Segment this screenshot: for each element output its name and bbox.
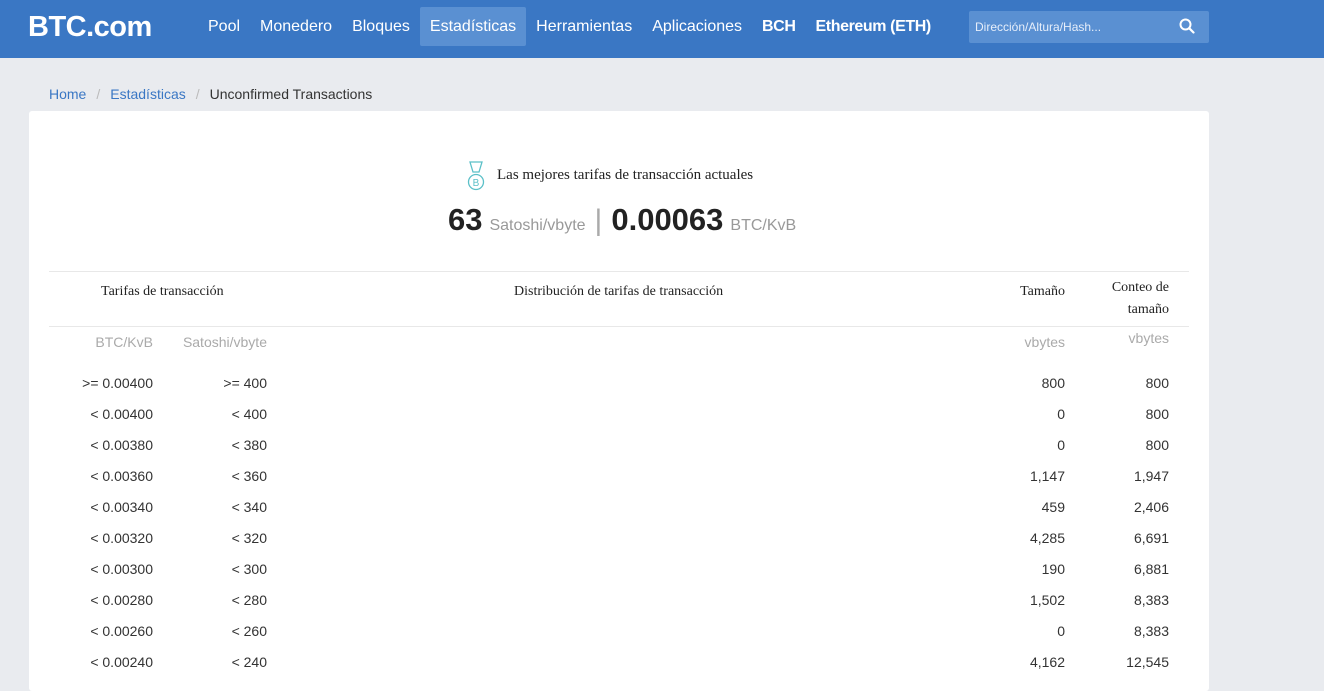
breadcrumb-current: Unconfirmed Transactions (209, 86, 373, 102)
cell-btc: < 0.00400 (90, 406, 153, 422)
cell-sat: < 340 (231, 499, 267, 515)
search-input[interactable] (969, 11, 1175, 43)
header-size: Tamaño (1020, 284, 1065, 299)
cell-count: 6,691 (1133, 530, 1169, 546)
cell-btc: < 0.00300 (90, 561, 153, 577)
top-navbar: BTC.com Pool Monedero Bloques Estadístic… (0, 0, 1324, 58)
breadcrumb-separator: / (195, 86, 200, 102)
best-fee-label: Las mejores tarifas de transacción actua… (497, 167, 754, 183)
nav-ethereum[interactable]: Ethereum (ETH) (806, 7, 941, 46)
medal-icon: B (467, 161, 485, 191)
cell-btc: >= 0.00400 (82, 375, 153, 391)
cell-sat: < 280 (231, 592, 267, 608)
breadcrumb-estadisticas[interactable]: Estadísticas (110, 86, 185, 102)
cell-btc: < 0.00360 (90, 468, 153, 484)
header-divider (49, 326, 1189, 327)
subheader-sat: Satoshi/vbyte (182, 334, 267, 350)
header-distribution: Distribución de tarifas de transacción (514, 284, 724, 299)
cell-count: 6,881 (1133, 561, 1169, 577)
cell-size: 1,502 (1029, 592, 1065, 608)
header-count-line2: tamaño (1127, 302, 1169, 317)
best-fee-divider: | (594, 204, 603, 237)
best-fee-sat-unit: Satoshi/vbyte (489, 217, 586, 234)
best-fee-values: 63 Satoshi/vbyte | 0.00063 BTC/KvB (448, 202, 796, 238)
cell-size: 800 (1041, 375, 1065, 391)
subheader-btc: BTC/KvB (95, 334, 153, 350)
cell-sat: >= 400 (223, 375, 267, 391)
table-top-divider (49, 271, 1189, 272)
cell-sat: < 380 (231, 437, 267, 453)
nav-bloques[interactable]: Bloques (342, 7, 420, 46)
cell-count: 8,383 (1133, 592, 1169, 608)
cell-size: 190 (1041, 561, 1065, 577)
best-fee-btc-unit: BTC/KvB (730, 217, 797, 234)
cell-count: 2,406 (1133, 499, 1169, 515)
breadcrumb-home[interactable]: Home (49, 86, 86, 102)
cell-size: 0 (1057, 406, 1065, 422)
cell-size: 1,147 (1029, 468, 1065, 484)
cell-sat: < 240 (231, 654, 267, 670)
cell-count: 800 (1145, 437, 1169, 453)
breadcrumb-separator: / (96, 86, 101, 102)
cell-btc: < 0.00240 (90, 654, 153, 670)
header-count-line1: Conteo de (1111, 280, 1169, 295)
subheader-count: vbytes (1128, 330, 1169, 346)
cell-sat: < 400 (231, 406, 267, 422)
main-nav: Pool Monedero Bloques Estadísticas Herra… (198, 7, 941, 46)
search-box (969, 11, 1209, 43)
subheader-size: vbytes (1024, 334, 1065, 350)
cell-size: 0 (1057, 623, 1065, 639)
cell-count: 12,545 (1126, 654, 1169, 670)
nav-bch[interactable]: BCH (752, 7, 805, 46)
cell-sat: < 260 (231, 623, 267, 639)
cell-count: 800 (1145, 406, 1169, 422)
nav-herramientas[interactable]: Herramientas (526, 7, 642, 46)
cell-count: 8,383 (1133, 623, 1169, 639)
cell-size: 459 (1041, 499, 1065, 515)
cell-btc: < 0.00280 (90, 592, 153, 608)
cell-btc: < 0.00380 (90, 437, 153, 453)
cell-sat: < 320 (231, 530, 267, 546)
cell-count: 1,947 (1133, 468, 1169, 484)
nav-pool[interactable]: Pool (198, 7, 250, 46)
cell-sat: < 300 (231, 561, 267, 577)
nav-aplicaciones[interactable]: Aplicaciones (642, 7, 752, 46)
cell-count: 800 (1145, 375, 1169, 391)
cell-btc: < 0.00340 (90, 499, 153, 515)
breadcrumb: Home / Estadísticas / Unconfirmed Transa… (49, 86, 372, 102)
cell-sat: < 360 (231, 468, 267, 484)
cell-size: 4,285 (1029, 530, 1065, 546)
cell-btc: < 0.00320 (90, 530, 153, 546)
cell-size: 4,162 (1029, 654, 1065, 670)
nav-estadisticas[interactable]: Estadísticas (419, 7, 527, 46)
cell-size: 0 (1057, 437, 1065, 453)
btc-logo[interactable]: BTC.com (28, 11, 152, 44)
nav-monedero[interactable]: Monedero (250, 7, 342, 46)
svg-text:B: B (473, 178, 480, 189)
best-fee-btc-value: 0.00063 (611, 202, 724, 237)
best-fee-sat-value: 63 (448, 202, 483, 237)
search-icon[interactable] (1179, 18, 1195, 34)
cell-btc: < 0.00260 (90, 623, 153, 639)
header-fees: Tarifas de transacción (101, 284, 224, 299)
